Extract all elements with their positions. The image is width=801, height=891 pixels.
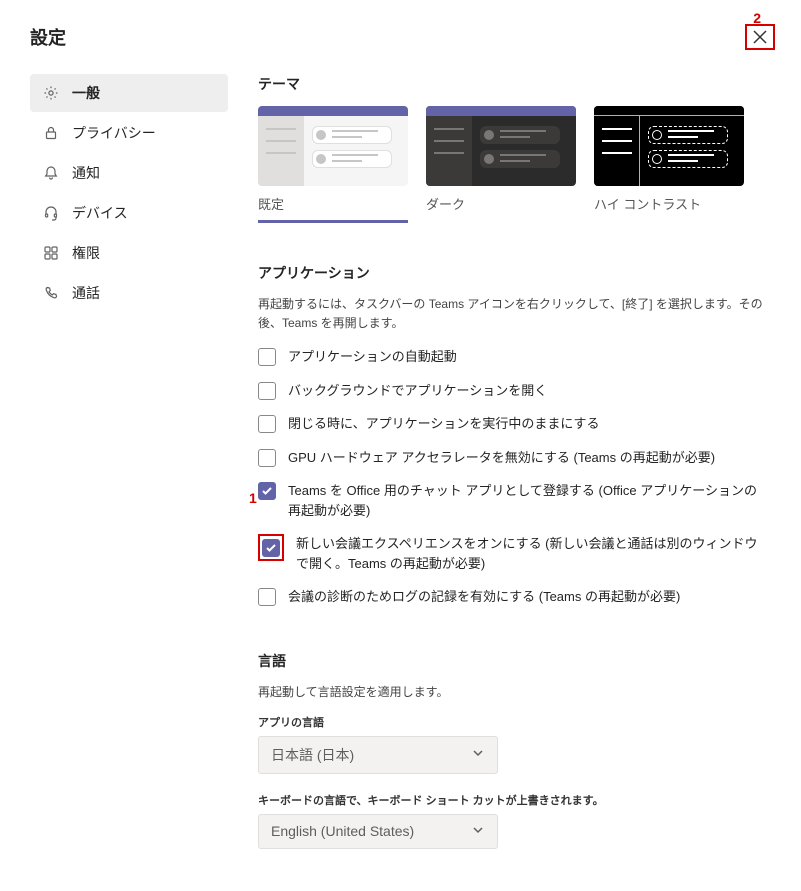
sidebar-item-privacy[interactable]: プライバシー bbox=[30, 114, 228, 152]
theme-label: ダーク bbox=[426, 197, 465, 212]
app-language-value: 日本語 (日本) bbox=[271, 745, 354, 765]
application-description: 再起動するには、タスクバーの Teams アイコンを右クリックして、[終了] を… bbox=[258, 295, 767, 333]
language-heading: 言語 bbox=[258, 651, 767, 671]
theme-thumb-high-contrast bbox=[594, 106, 744, 186]
keyboard-language-select[interactable]: English (United States) bbox=[258, 814, 498, 849]
theme-dark[interactable]: ダーク bbox=[426, 106, 576, 223]
theme-label: ハイ コントラスト bbox=[594, 197, 701, 212]
dialog-title: 設定 bbox=[30, 24, 66, 50]
headset-icon bbox=[42, 204, 60, 222]
close-button[interactable] bbox=[745, 24, 775, 50]
checkbox-label: 会議の診断のためログの記録を有効にする (Teams の再起動が必要) bbox=[288, 587, 680, 607]
checkbox-register-office-chat[interactable] bbox=[258, 482, 276, 500]
theme-thumb-default bbox=[258, 106, 408, 186]
checkbox-label: 閉じる時に、アプリケーションを実行中のままにする bbox=[288, 414, 599, 434]
theme-default[interactable]: 既定 bbox=[258, 106, 408, 223]
app-language-select[interactable]: 日本語 (日本) bbox=[258, 736, 498, 774]
settings-main: テーマ 既定 bbox=[258, 74, 767, 867]
sidebar-item-notifications[interactable]: 通知 bbox=[30, 154, 228, 192]
annotation-1: 1 bbox=[249, 490, 257, 506]
checkbox-new-meeting-experience[interactable] bbox=[262, 539, 280, 557]
keyboard-language-value: English (United States) bbox=[271, 823, 414, 839]
theme-thumb-dark bbox=[426, 106, 576, 186]
theme-label: 既定 bbox=[258, 197, 284, 212]
close-icon bbox=[753, 30, 767, 44]
phone-icon bbox=[42, 284, 60, 302]
settings-dialog: 設定 2 一般 プライバシー 通 bbox=[0, 0, 801, 891]
checkbox-meeting-diagnostics-log[interactable] bbox=[258, 588, 276, 606]
sidebar-item-general[interactable]: 一般 bbox=[30, 74, 228, 112]
sidebar-item-calls[interactable]: 通話 bbox=[30, 274, 228, 312]
language-description: 再起動して言語設定を適用します。 bbox=[258, 683, 767, 700]
checkbox-label: Teams を Office 用のチャット アプリとして登録する (Office… bbox=[288, 481, 767, 520]
checkbox-label: 新しい会議エクスペリエンスをオンにする (新しい会議と通話は別のウィンドウで開く… bbox=[296, 534, 767, 573]
app-language-label: アプリの言語 bbox=[258, 714, 767, 730]
sidebar-item-devices[interactable]: デバイス bbox=[30, 194, 228, 232]
chevron-down-icon bbox=[471, 746, 485, 763]
chevron-down-icon bbox=[471, 823, 485, 840]
sidebar-item-label: 一般 bbox=[72, 83, 100, 103]
checkbox-label: アプリケーションの自動起動 bbox=[288, 347, 457, 367]
apps-icon bbox=[42, 244, 60, 262]
checkbox-disable-gpu[interactable] bbox=[258, 449, 276, 467]
annotation-2: 2 bbox=[753, 10, 761, 26]
application-heading: アプリケーション bbox=[258, 263, 767, 283]
sidebar-item-label: 通話 bbox=[72, 283, 100, 303]
sidebar-item-label: 通知 bbox=[72, 163, 100, 183]
checkbox-label: GPU ハードウェア アクセラレータを無効にする (Teams の再起動が必要) bbox=[288, 448, 715, 468]
settings-sidebar: 一般 プライバシー 通知 デバイス bbox=[30, 74, 228, 867]
sidebar-item-permissions[interactable]: 権限 bbox=[30, 234, 228, 272]
gear-icon bbox=[42, 84, 60, 102]
sidebar-item-label: プライバシー bbox=[72, 123, 156, 143]
sidebar-item-label: デバイス bbox=[72, 203, 128, 223]
checkbox-keep-running-on-close[interactable] bbox=[258, 415, 276, 433]
checkbox-auto-start[interactable] bbox=[258, 348, 276, 366]
bell-icon bbox=[42, 164, 60, 182]
lock-icon bbox=[42, 124, 60, 142]
sidebar-item-label: 権限 bbox=[72, 243, 100, 263]
checkbox-label: バックグラウンドでアプリケーションを開く bbox=[288, 381, 547, 401]
checkbox-open-background[interactable] bbox=[258, 382, 276, 400]
theme-high-contrast[interactable]: ハイ コントラスト bbox=[594, 106, 744, 223]
theme-heading: テーマ bbox=[258, 74, 767, 94]
